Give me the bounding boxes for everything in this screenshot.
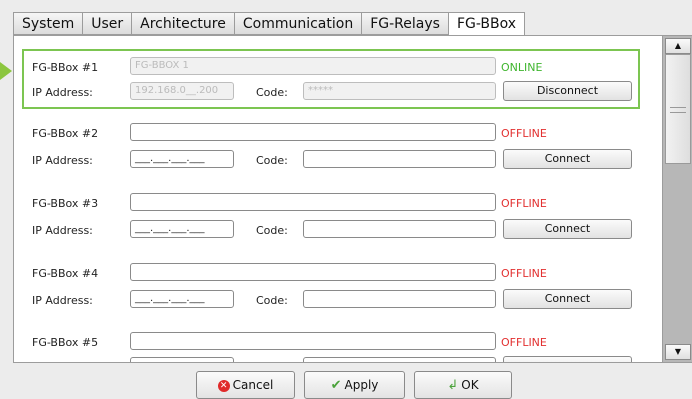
enter-arrow-icon: ↲	[447, 377, 459, 393]
bbox-4-ip-field[interactable]: ___.___.___.___	[130, 290, 234, 308]
bbox-4-status: OFFLINE	[501, 267, 547, 280]
tab-user[interactable]: User	[82, 12, 132, 35]
tab-communication[interactable]: Communication	[233, 12, 362, 35]
cancel-circle-icon: ✕	[217, 379, 230, 392]
cancel-label: Cancel	[232, 378, 274, 392]
footer-bar: ✕ Cancel ✔ Apply ↲ OK	[0, 363, 692, 399]
content-panel: FG-BBox #1 FG-BBOX 1 ONLINE IP Address: …	[13, 35, 692, 363]
bbox-5-status: OFFLINE	[501, 336, 547, 349]
bbox-5-name-field[interactable]	[130, 332, 496, 350]
grip-icon	[670, 107, 686, 113]
bbox-2-code-field[interactable]	[303, 150, 496, 168]
bbox-4-title: FG-BBox #4	[32, 267, 99, 280]
bbox-1-disconnect-button[interactable]: Disconnect	[503, 81, 632, 101]
vertical-scrollbar[interactable]: ▲ ▼	[662, 36, 692, 362]
bbox-3-code-field[interactable]	[303, 220, 496, 238]
bbox-1-code-label: Code:	[256, 86, 288, 99]
bbox-2-connect-button[interactable]: Connect	[503, 149, 632, 169]
bbox-4-name-field[interactable]	[130, 263, 496, 281]
bbox-5-connect-button[interactable]	[503, 356, 632, 362]
apply-button[interactable]: ✔ Apply	[304, 371, 405, 399]
tab-bar: System User Architecture Communication F…	[13, 12, 526, 37]
tab-fg-relays[interactable]: FG-Relays	[361, 12, 448, 35]
bbox-3-title: FG-BBox #3	[32, 197, 99, 210]
bbox-3-code-label: Code:	[256, 224, 288, 237]
bbox-5-title: FG-BBox #5	[32, 336, 99, 349]
bbox-4-code-label: Code:	[256, 294, 288, 307]
bbox-1-ip-label: IP Address:	[32, 86, 93, 99]
tab-architecture[interactable]: Architecture	[131, 12, 234, 35]
bbox-3-ip-field[interactable]: ___.___.___.___	[130, 220, 234, 238]
bbox-1-title: FG-BBox #1	[32, 61, 99, 74]
bbox-1-status: ONLINE	[501, 61, 543, 74]
bbox-4-ip-label: IP Address:	[32, 294, 93, 307]
bbox-2-title: FG-BBox #2	[32, 127, 99, 140]
ok-button[interactable]: ↲ OK	[414, 371, 512, 399]
tab-system[interactable]: System	[13, 12, 83, 35]
tab-fg-bbox[interactable]: FG-BBox	[447, 12, 526, 37]
bbox-1-name-field[interactable]: FG-BBOX 1	[130, 57, 496, 75]
scroll-up-icon[interactable]: ▲	[665, 38, 691, 54]
bbox-2-ip-field[interactable]: ___.___.___.___	[130, 150, 234, 168]
bbox-2-status: OFFLINE	[501, 127, 547, 140]
arrow-right-icon	[0, 62, 12, 80]
bbox-3-connect-button[interactable]: Connect	[503, 219, 632, 239]
bbox-2-name-field[interactable]	[130, 123, 496, 141]
bbox-3-ip-label: IP Address:	[32, 224, 93, 237]
scroll-down-icon[interactable]: ▼	[665, 344, 691, 360]
bbox-2-code-label: Code:	[256, 154, 288, 167]
apply-label: Apply	[344, 378, 379, 392]
checkmark-icon: ✔	[330, 377, 342, 393]
bbox-4-code-field[interactable]	[303, 290, 496, 308]
bbox-3-name-field[interactable]	[130, 193, 496, 211]
scrollbar-thumb[interactable]	[665, 54, 691, 164]
bbox-4-connect-button[interactable]: Connect	[503, 289, 632, 309]
bbox-1-ip-field[interactable]: 192.168.0__.200	[130, 82, 234, 100]
cancel-button[interactable]: ✕ Cancel	[196, 371, 295, 399]
bbox-2-ip-label: IP Address:	[32, 154, 93, 167]
ok-label: OK	[461, 378, 479, 392]
bbox-1-code-field[interactable]: *****	[303, 82, 496, 100]
bbox-3-status: OFFLINE	[501, 197, 547, 210]
